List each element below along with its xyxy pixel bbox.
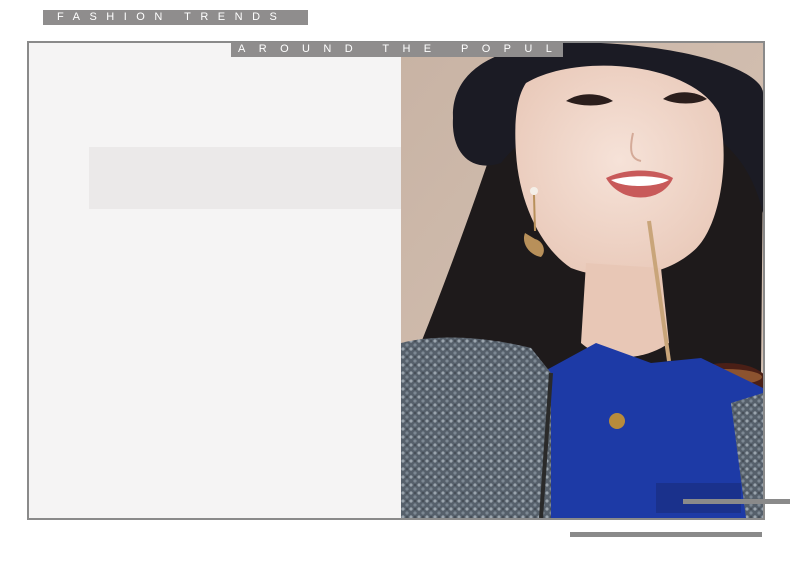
around-the-popular-tag: AROUND THE POPULAR [231,42,563,57]
earring-pearl [530,187,538,195]
fashion-photo [401,43,763,518]
shirt-pocket [656,483,741,513]
fashion-trends-tag: FASHION TRENDS [43,10,308,25]
knit-jacket-left [401,337,551,518]
decorative-bar-right [683,499,790,504]
portrait-image [401,43,763,518]
decorative-bar-bottom [570,532,762,537]
text-placeholder-box [89,147,405,209]
page: FASHION TRENDS AROUND THE POPULAR [0,0,790,568]
earring-chain [533,194,536,232]
shirt-button [609,413,625,429]
